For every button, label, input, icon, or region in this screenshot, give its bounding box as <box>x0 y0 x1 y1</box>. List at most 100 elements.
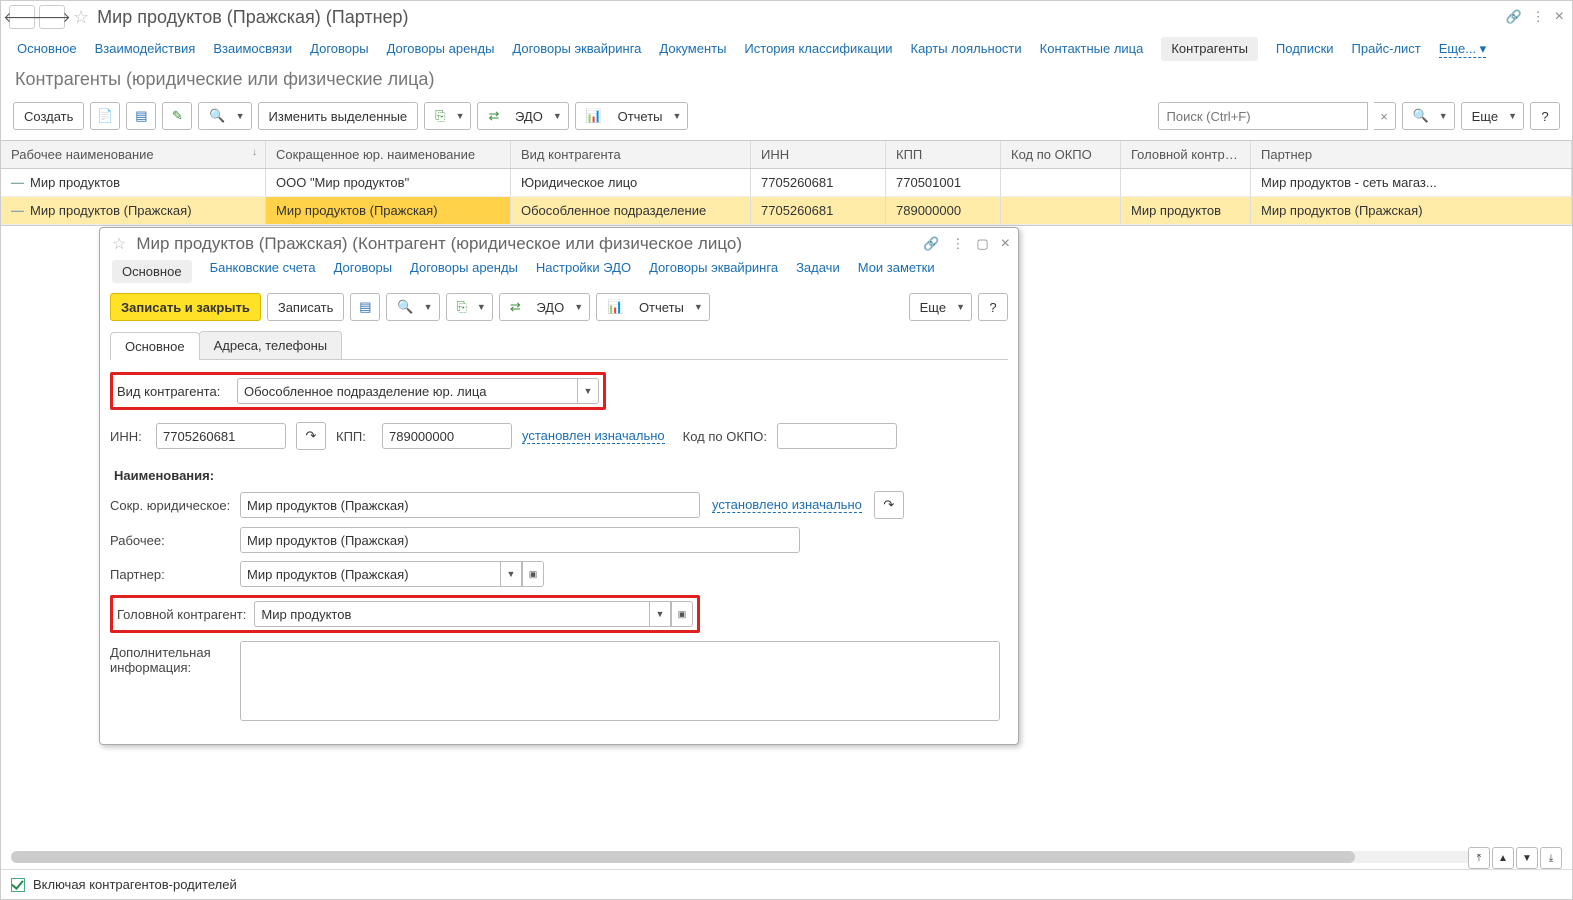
kpp-label: КПП: <box>336 429 372 444</box>
list-view-button[interactable]: ▤ <box>126 102 156 130</box>
nav-back-button[interactable]: 🡐 <box>9 5 35 29</box>
tab-rent-contracts[interactable]: Договоры аренды <box>387 41 495 57</box>
th-partner[interactable]: Партнер <box>1251 141 1572 168</box>
horizontal-scrollbar[interactable] <box>11 851 1472 863</box>
scroll-top-button[interactable]: ⤒ <box>1468 847 1490 869</box>
th-head[interactable]: Головной контрагент <box>1121 141 1251 168</box>
tab-classification-history[interactable]: История классификации <box>744 41 892 57</box>
dlg-tab-edo[interactable]: Настройки ЭДО <box>536 260 631 283</box>
link-icon[interactable]: 🔗 <box>1505 9 1521 25</box>
search-input[interactable] <box>1158 102 1368 130</box>
search-options-button[interactable]: 🔍▼ <box>1402 102 1455 130</box>
head-input[interactable] <box>254 601 649 627</box>
short-link[interactable]: установлено изначально <box>712 497 862 513</box>
tab-acquiring[interactable]: Договоры эквайринга <box>512 41 641 57</box>
table-row[interactable]: —Мир продуктов ООО "Мир продуктов" Юриди… <box>1 169 1572 197</box>
scroll-bottom-button[interactable]: ⤓ <box>1540 847 1562 869</box>
head-open-button[interactable]: ▣ <box>671 601 693 627</box>
th-okpo[interactable]: Код по ОКПО <box>1001 141 1121 168</box>
dlg-tab-tasks[interactable]: Задачи <box>796 260 840 283</box>
scroll-down-button[interactable]: ▼ <box>1516 847 1538 869</box>
more-button[interactable]: Еще▼ <box>1461 102 1524 130</box>
inn-input[interactable] <box>156 423 286 449</box>
dlg-more-button[interactable]: Еще▼ <box>909 293 972 321</box>
tab-more[interactable]: Еще... ▾ <box>1439 41 1486 58</box>
copy-button[interactable]: 📄 <box>90 102 120 130</box>
partner-label: Партнер: <box>110 567 232 582</box>
head-dropdown-button[interactable]: ▼ <box>649 601 671 627</box>
include-parents-checkbox[interactable] <box>11 878 25 892</box>
th-short[interactable]: Сокращенное юр. наименование <box>266 141 511 168</box>
scroll-up-button[interactable]: ▲ <box>1492 847 1514 869</box>
dlg-reports-button[interactable]: 📊 Отчеты▼ <box>596 293 710 321</box>
export-button[interactable]: ⎘▼ <box>424 102 471 130</box>
tab-relations[interactable]: Взаимосвязи <box>213 41 292 57</box>
dlg-tab-notes[interactable]: Мои заметки <box>858 260 935 283</box>
th-inn[interactable]: ИНН <box>751 141 886 168</box>
dlg-create-based-button[interactable]: 🔍▼ <box>386 293 439 321</box>
clear-search-button[interactable]: × <box>1374 102 1396 130</box>
inn-lookup-button[interactable]: ↷ <box>296 422 326 450</box>
nav-forward-button[interactable]: 🡒 <box>39 5 65 29</box>
dialog-star-icon[interactable]: ☆ <box>112 234 126 254</box>
dlg-tab-contracts[interactable]: Договоры <box>334 260 392 283</box>
section-title: Контрагенты (юридические или физические … <box>1 67 1572 98</box>
kind-dropdown-button[interactable]: ▼ <box>577 378 599 404</box>
tab-documents[interactable]: Документы <box>659 41 726 57</box>
dialog-title: Мир продуктов (Пражская) (Контрагент (юр… <box>136 234 742 254</box>
tab-subscriptions[interactable]: Подписки <box>1276 41 1334 57</box>
work-input[interactable] <box>240 527 800 553</box>
extra-label: Дополнительная информация: <box>110 641 232 675</box>
create-button[interactable]: Создать <box>13 102 84 130</box>
short-history-button[interactable]: ↷ <box>874 491 904 519</box>
dlg-tab-rent[interactable]: Договоры аренды <box>410 260 518 283</box>
tab-contacts[interactable]: Контактные лица <box>1040 41 1144 57</box>
kind-select[interactable] <box>237 378 577 404</box>
tab-counterparties[interactable]: Контрагенты <box>1161 37 1258 61</box>
okpo-input[interactable] <box>777 423 897 449</box>
dlg-tab-bank[interactable]: Банковские счета <box>210 260 316 283</box>
kpp-link[interactable]: установлен изначально <box>522 428 665 444</box>
inner-tab-main[interactable]: Основное <box>110 332 200 360</box>
find-button[interactable]: 🔍▼ <box>198 102 251 130</box>
dialog-link-icon[interactable]: 🔗 <box>923 236 939 252</box>
include-parents-label: Включая контрагентов-родителей <box>33 877 237 892</box>
tab-contracts[interactable]: Договоры <box>310 41 368 57</box>
kpp-input[interactable] <box>382 423 512 449</box>
dialog-maximize-icon[interactable]: ▢ <box>976 236 988 252</box>
partner-input[interactable] <box>240 561 500 587</box>
window-title: Мир продуктов (Пражская) (Партнер) <box>97 7 408 28</box>
close-icon[interactable]: × <box>1555 8 1564 26</box>
favorite-star-icon[interactable]: ☆ <box>73 7 89 28</box>
counterparty-dialog: ☆ Мир продуктов (Пражская) (Контрагент (… <box>99 227 1019 745</box>
kebab-icon[interactable]: ⋮ <box>1532 9 1545 25</box>
tab-interactions[interactable]: Взаимодействия <box>95 41 196 57</box>
dlg-tab-acquiring[interactable]: Договоры эквайринга <box>649 260 778 283</box>
inner-tab-addresses[interactable]: Адреса, телефоны <box>199 331 343 359</box>
tab-price-list[interactable]: Прайс-лист <box>1352 41 1421 57</box>
save-button[interactable]: Записать <box>267 293 345 321</box>
dlg-edo-button[interactable]: ⇄ ЭДО▼ <box>499 293 590 321</box>
extra-textarea[interactable] <box>240 641 1000 721</box>
tab-main[interactable]: Основное <box>17 41 77 57</box>
partner-open-button[interactable]: ▣ <box>522 561 544 587</box>
partner-dropdown-button[interactable]: ▼ <box>500 561 522 587</box>
dlg-help-button[interactable]: ? <box>978 293 1008 321</box>
help-button[interactable]: ? <box>1530 102 1560 130</box>
edit-button[interactable]: ✎ <box>162 102 192 130</box>
short-input[interactable] <box>240 492 700 518</box>
table-row[interactable]: —Мир продуктов (Пражская) Мир продуктов … <box>1 197 1572 225</box>
th-name[interactable]: Рабочее наименование↓ <box>1 141 266 168</box>
dlg-export-button[interactable]: ⎘▼ <box>446 293 493 321</box>
dialog-kebab-icon[interactable]: ⋮ <box>951 236 964 252</box>
dlg-tab-main[interactable]: Основное <box>112 260 192 283</box>
th-kind[interactable]: Вид контрагента <box>511 141 751 168</box>
reports-button[interactable]: 📊 Отчеты▼ <box>575 102 689 130</box>
save-close-button[interactable]: Записать и закрыть <box>110 293 261 321</box>
dialog-close-icon[interactable]: × <box>1001 235 1010 253</box>
tab-loyalty-cards[interactable]: Карты лояльности <box>911 41 1022 57</box>
edit-selected-button[interactable]: Изменить выделенные <box>258 102 419 130</box>
edo-button[interactable]: ⇄ ЭДО▼ <box>477 102 568 130</box>
dlg-list-button[interactable]: ▤ <box>350 293 380 321</box>
th-kpp[interactable]: КПП <box>886 141 1001 168</box>
